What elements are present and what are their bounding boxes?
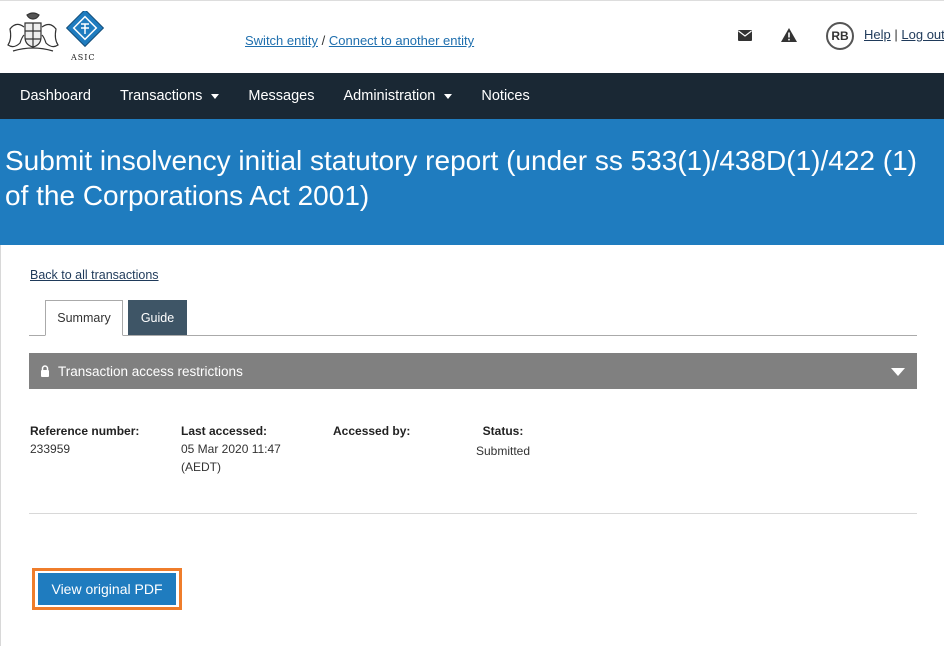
caret-down-icon — [444, 93, 453, 99]
access-restrictions-accordion[interactable]: Transaction access restrictions — [29, 353, 917, 389]
accessed-by-label: Accessed by: — [333, 424, 411, 438]
page-title: Submit insolvency initial statutory repo… — [5, 145, 917, 211]
main-content: Back to all transactions Summary Guide T… — [0, 245, 944, 646]
help-separator: | — [894, 27, 898, 42]
nav-notices-label: Notices — [481, 88, 530, 104]
nav-messages-label: Messages — [248, 88, 315, 104]
user-avatar[interactable]: RB — [826, 22, 854, 50]
help-links: Help | Log out — [864, 27, 944, 42]
last-accessed-value: 05 Mar 2020 11:47 (AEDT) — [181, 442, 281, 474]
reference-label: Reference number: — [30, 424, 140, 438]
nav-administration[interactable]: Administration — [344, 88, 453, 104]
nav-dashboard[interactable]: Dashboard — [20, 88, 91, 104]
nav-administration-label: Administration — [343, 88, 436, 104]
reference-field: Reference number: 233959 — [30, 422, 139, 458]
nav-notices[interactable]: Notices — [481, 88, 529, 104]
nav-dashboard-label: Dashboard — [20, 88, 91, 104]
warning-icon[interactable] — [781, 28, 797, 42]
logout-link[interactable]: Log out — [901, 27, 944, 42]
page-banner: Submit insolvency initial statutory repo… — [0, 119, 944, 245]
triangle-down-icon — [891, 368, 905, 376]
nav-messages[interactable]: Messages — [248, 88, 314, 104]
tab-summary[interactable]: Summary — [45, 300, 123, 336]
main-nav: Dashboard Transactions Messages Administ… — [0, 73, 944, 119]
top-bar: ASIC Switch entity / Connect to another … — [0, 0, 944, 73]
nav-transactions-label: Transactions — [119, 88, 203, 104]
status-value: Submitted — [476, 444, 531, 458]
envelope-icon[interactable] — [738, 30, 752, 41]
connect-entity-link[interactable]: Connect to another entity — [329, 33, 474, 48]
nav-transactions[interactable]: Transactions — [119, 88, 220, 104]
left-border — [0, 245, 1, 646]
tab-bar: Summary Guide — [29, 300, 917, 336]
asic-wordmark: ASIC — [71, 53, 96, 62]
tab-guide[interactable]: Guide — [128, 300, 187, 335]
caret-down-icon — [211, 93, 220, 99]
status-label: Status: — [482, 424, 524, 438]
access-restrictions-label: Transaction access restrictions — [58, 363, 243, 379]
coat-of-arms-icon — [7, 12, 59, 52]
entity-links: Switch entity / Connect to another entit… — [245, 33, 474, 48]
lock-icon — [41, 365, 49, 377]
reference-value: 233959 — [30, 442, 71, 456]
section-divider — [29, 513, 917, 514]
link-separator: / — [321, 33, 326, 48]
help-link[interactable]: Help — [864, 27, 891, 42]
switch-entity-link[interactable]: Switch entity — [245, 33, 318, 48]
last-accessed-field: Last accessed: 05 Mar 2020 11:47 (AEDT) — [181, 422, 311, 476]
accessed-by-field: Accessed by: — [333, 422, 410, 440]
back-to-transactions-link[interactable]: Back to all transactions — [30, 268, 159, 282]
last-accessed-label: Last accessed: — [181, 424, 268, 438]
status-field: Status: Submitted — [476, 422, 530, 460]
view-original-pdf-button[interactable]: View original PDF — [38, 573, 176, 605]
